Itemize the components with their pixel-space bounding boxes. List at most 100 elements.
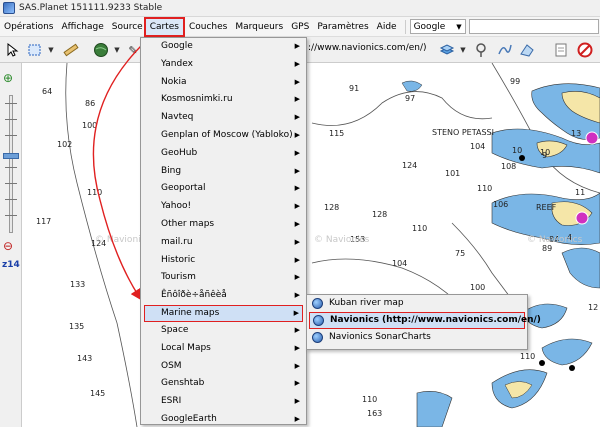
depth-value: 133 xyxy=(70,280,86,289)
zoom-tick xyxy=(5,183,17,184)
zoom-in-icon[interactable]: ⊕ xyxy=(3,71,13,85)
cartes-menu-item[interactable]: Tourism ▶ xyxy=(141,269,306,287)
depth-value: 110 xyxy=(477,184,493,193)
menu-marqueurs[interactable]: Marqueurs xyxy=(231,18,287,36)
menu-gps[interactable]: GPS xyxy=(287,18,313,36)
chevron-right-icon: ▶ xyxy=(294,184,300,193)
zoom-tick xyxy=(5,167,17,168)
cartes-menu-item[interactable]: GoogleEarth ▶ xyxy=(141,411,306,427)
chevron-right-icon: ▶ xyxy=(294,273,300,282)
menu-affichage[interactable]: Affichage xyxy=(57,18,107,36)
chevron-right-icon: ▶ xyxy=(294,343,300,352)
depth-value: 100 xyxy=(82,121,98,130)
cartes-menu-item[interactable]: Êñôîðè÷åñêèå ▶ xyxy=(141,287,306,305)
depth-value: 10 xyxy=(512,146,523,155)
cartes-menu-item[interactable]: Kosmosnimki.ru ▶ xyxy=(141,91,306,109)
stop-icon[interactable] xyxy=(576,41,594,59)
cartes-menu-item[interactable]: Nokia ▶ xyxy=(141,74,306,92)
cartes-menu-item[interactable]: Genplan of Moscow (Yabloko) ▶ xyxy=(141,127,306,145)
zoom-tick xyxy=(5,119,17,120)
cartes-menu-item[interactable]: mail.ru ▶ xyxy=(141,234,306,252)
app-window: SAS.Planet 151111.9233 Stable Opérations… xyxy=(0,0,600,427)
marine-submenu-item[interactable]: Kuban river map xyxy=(307,295,527,312)
depth-value: 13 xyxy=(571,129,582,138)
depth-value: 86 xyxy=(85,99,96,108)
marina-marker-icon[interactable] xyxy=(575,211,589,225)
chevron-right-icon: ▶ xyxy=(294,397,300,406)
map-watermark: © Navionics xyxy=(314,235,370,245)
zoom-tick xyxy=(5,135,17,136)
shallow-area xyxy=(401,80,423,92)
chevron-right-icon: ▶ xyxy=(294,291,300,300)
marine-submenu-item[interactable]: Navionics SonarCharts xyxy=(307,329,527,346)
cartes-menu-item[interactable]: Space ▶ xyxy=(141,322,306,340)
cartes-menu-item[interactable]: Google ▶ xyxy=(141,38,306,56)
place-label: STENO PETASSI xyxy=(432,128,494,137)
menu-aide[interactable]: Aide xyxy=(373,18,401,36)
chevron-right-icon: ▶ xyxy=(294,113,300,122)
cartes-menu-item[interactable]: OSM ▶ xyxy=(141,358,306,376)
cartes-menu-item[interactable]: Navteq ▶ xyxy=(141,109,306,127)
zoom-panel: ⊕ ⊖ z14 xyxy=(0,63,22,427)
current-map-url: ://www.navionics.com/en/) xyxy=(308,43,427,53)
cartes-menu-item[interactable]: GeoHub ▶ xyxy=(141,145,306,163)
search-input[interactable] xyxy=(468,19,599,34)
menu-parametres[interactable]: Paramètres xyxy=(313,18,372,36)
marine-submenu-item-navionics[interactable]: Navionics (http://www.navionics.com/en/) xyxy=(309,312,541,329)
shallow-area xyxy=(541,338,593,366)
shallow-area xyxy=(561,247,600,289)
chevron-right-icon: ▶ xyxy=(294,59,300,68)
polygon-icon[interactable] xyxy=(518,41,536,59)
globe-icon xyxy=(313,315,324,326)
chevron-right-icon: ▶ xyxy=(294,361,300,370)
depth-value: 117 xyxy=(36,217,52,226)
chevron-right-icon: ▶ xyxy=(294,414,300,423)
depth-value: 102 xyxy=(57,140,73,149)
chevron-down-icon: ▼ xyxy=(456,22,462,31)
depth-value: 10 xyxy=(540,148,551,157)
marina-marker-icon[interactable] xyxy=(585,131,599,145)
cartes-menu-item[interactable]: Genshtab ▶ xyxy=(141,375,306,393)
zoom-out-icon[interactable]: ⊖ xyxy=(3,239,13,253)
chevron-down-icon[interactable]: ▼ xyxy=(454,41,472,59)
map-view[interactable]: 64 86 100 102 110 117 124 133 135 143 14… xyxy=(22,63,600,427)
cartes-menu-item[interactable]: Yandex ▶ xyxy=(141,56,306,74)
cartes-menu-item[interactable]: Historic ▶ xyxy=(141,252,306,270)
placemark-icon[interactable] xyxy=(472,41,490,59)
chevron-down-icon[interactable]: ▼ xyxy=(42,41,60,59)
depth-value: 11 xyxy=(575,188,586,197)
cartes-menu-item[interactable]: Local Maps ▶ xyxy=(141,340,306,358)
chevron-right-icon: ▶ xyxy=(294,166,300,175)
menu-couches[interactable]: Couches xyxy=(185,18,231,36)
depth-value: 89 xyxy=(542,244,553,253)
cartes-menu-item[interactable]: Bing ▶ xyxy=(141,163,306,181)
chevron-right-icon: ▶ xyxy=(294,255,300,264)
menu-source[interactable]: Source xyxy=(108,18,144,36)
ruler-icon[interactable] xyxy=(62,41,80,59)
cursor-tool-icon[interactable] xyxy=(4,41,22,59)
depth-value: 110 xyxy=(520,352,536,361)
search-provider-label: Google xyxy=(413,21,446,32)
search-provider-select[interactable]: Google ▼ xyxy=(409,19,466,34)
menu-cartes[interactable]: Cartes xyxy=(143,16,185,37)
map-watermark: © Navionics xyxy=(527,235,583,245)
path-icon[interactable] xyxy=(496,41,514,59)
chevron-right-icon: ▶ xyxy=(294,379,300,388)
chevron-right-icon: ▶ xyxy=(294,237,300,246)
depth-value: 104 xyxy=(392,259,408,268)
cartes-menu-item[interactable]: Other maps ▶ xyxy=(141,216,306,234)
cartes-menu-item[interactable]: ESRI ▶ xyxy=(141,393,306,411)
properties-icon[interactable] xyxy=(552,41,570,59)
menu-operations[interactable]: Opérations xyxy=(0,18,57,36)
hazard-icon xyxy=(569,365,575,371)
cartes-menu: Google ▶ Yandex ▶ Nokia ▶ Kosmosnimki.ru ▶ N… xyxy=(140,37,307,425)
zoom-slider-track[interactable] xyxy=(9,95,13,233)
nautical-chart xyxy=(65,63,600,427)
zoom-slider-thumb[interactable] xyxy=(3,153,19,159)
cartes-menu-item[interactable]: Yahoo! ▶ xyxy=(141,198,306,216)
window-title: SAS.Planet 151111.9233 Stable xyxy=(19,3,163,13)
cartes-menu-item-marine-maps[interactable]: Marine maps ▶ xyxy=(144,304,303,322)
depth-value: 135 xyxy=(69,322,85,331)
cartes-menu-item[interactable]: Geoportal ▶ xyxy=(141,180,306,198)
depth-value: 110 xyxy=(87,188,103,197)
